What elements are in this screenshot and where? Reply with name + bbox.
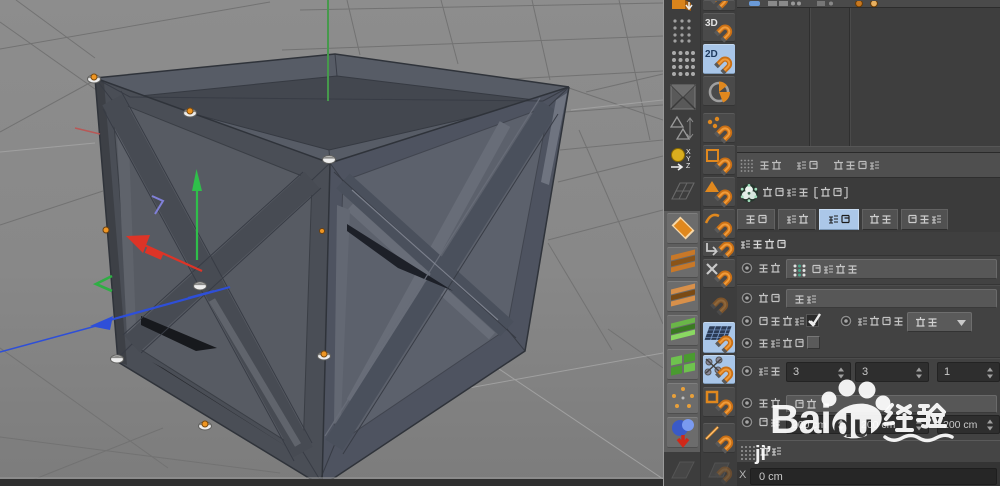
svg-text:Bai: Bai (770, 396, 831, 442)
svg-text:ji’: ji’ (754, 443, 772, 465)
